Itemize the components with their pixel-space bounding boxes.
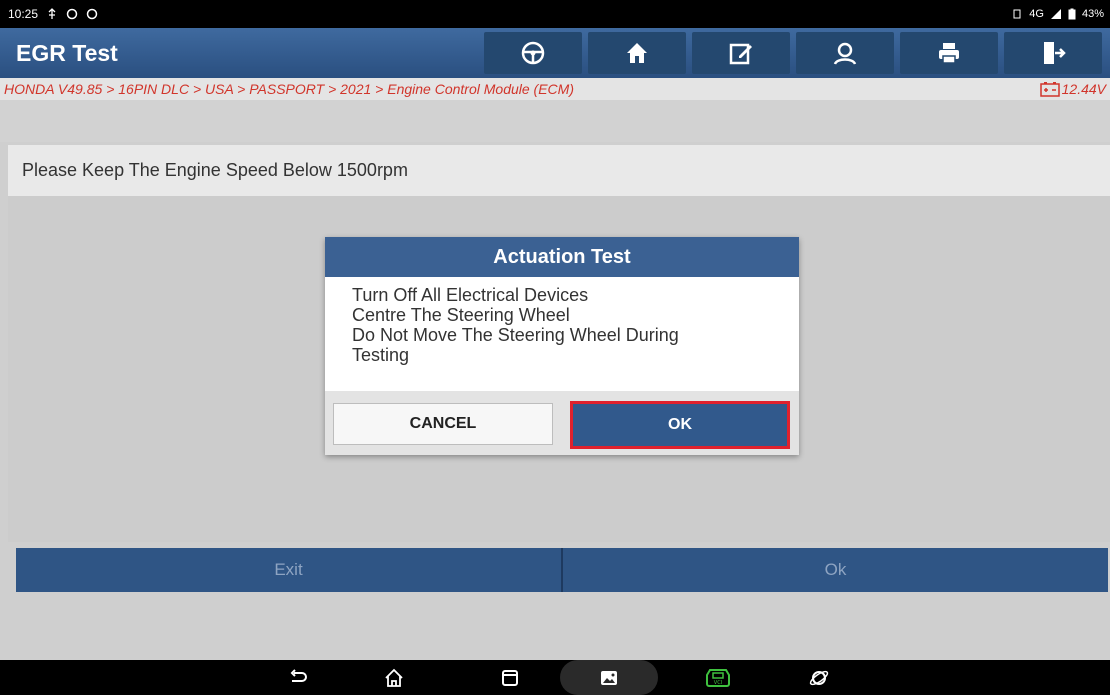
wheel-button[interactable]: [484, 32, 582, 74]
cancel-button[interactable]: CANCEL: [333, 403, 553, 445]
browser-button[interactable]: [806, 666, 832, 690]
dialog-body: Turn Off All Electrical Devices Centre T…: [325, 277, 799, 375]
instruction-message: Please Keep The Engine Speed Below 1500r…: [8, 145, 1110, 196]
print-icon: [936, 40, 962, 66]
back-icon: [288, 669, 308, 687]
dialog-title: Actuation Test: [325, 237, 799, 277]
battery-percent: 43%: [1081, 8, 1104, 20]
recent-apps-icon: [501, 669, 519, 687]
status-bar: 10:25 4G 43%: [0, 0, 1110, 28]
home-outline-icon: [384, 668, 404, 688]
dialog-line: Centre The Steering Wheel: [352, 305, 570, 325]
exit-app-button[interactable]: [1004, 32, 1102, 74]
title-bar: EGR Test: [0, 28, 1110, 78]
breadcrumb: HONDA V49.85 > 16PIN DLC > USA > PASSPOR…: [0, 78, 1110, 100]
vci-button[interactable]: VCI: [705, 666, 731, 690]
dialog-footer: CANCEL OK: [325, 391, 799, 455]
home-nav-button[interactable]: [381, 666, 407, 690]
page-title: EGR Test: [16, 39, 118, 66]
user-icon: [832, 40, 858, 66]
planet-icon: [808, 667, 830, 689]
edit-button[interactable]: [692, 32, 790, 74]
voltage-value: 12.44V: [1061, 81, 1106, 97]
svg-text:VCI: VCI: [714, 680, 722, 686]
footer-ok-button[interactable]: Ok: [563, 548, 1108, 592]
signal-icon: [1050, 8, 1062, 20]
dialog-line: Turn Off All Electrical Devices: [352, 285, 589, 305]
steering-wheel-icon: [520, 40, 546, 66]
back-button[interactable]: [285, 666, 311, 690]
car-battery-icon: [1039, 81, 1060, 97]
usb-icon: [46, 8, 58, 20]
ok-button[interactable]: OK: [570, 401, 790, 449]
battery-icon: [1068, 8, 1076, 20]
network-type: 4G: [1029, 8, 1044, 20]
voltage-indicator: 12.44V: [1039, 81, 1106, 97]
recent-apps-button[interactable]: [497, 666, 523, 690]
vibrate-icon: [1011, 8, 1023, 20]
bottom-action-bar: Exit Ok: [16, 548, 1108, 592]
dialog-line: Do Not Move The Steering Wheel During: [352, 325, 679, 345]
gallery-button[interactable]: [596, 666, 622, 690]
breadcrumb-path: HONDA V49.85 > 16PIN DLC > USA > PASSPOR…: [4, 81, 574, 97]
status-time: 10:25: [8, 7, 39, 21]
home-button[interactable]: [588, 32, 686, 74]
actuation-test-dialog: Actuation Test Turn Off All Electrical D…: [325, 237, 799, 455]
navigation-bar: VCI: [0, 660, 1110, 695]
gallery-icon: [600, 670, 618, 686]
message-icon: [66, 8, 78, 20]
home-icon: [624, 40, 650, 66]
print-button[interactable]: [900, 32, 998, 74]
edit-icon: [728, 40, 754, 66]
user-button[interactable]: [796, 32, 894, 74]
exit-button[interactable]: Exit: [16, 548, 561, 592]
exit-icon: [1040, 40, 1066, 66]
lower-spacer: [0, 595, 1110, 659]
vci-icon: VCI: [705, 667, 731, 689]
message-icon-2: [86, 8, 98, 20]
dialog-line: Testing: [352, 345, 410, 365]
toolbar-spacer: [0, 100, 1110, 142]
